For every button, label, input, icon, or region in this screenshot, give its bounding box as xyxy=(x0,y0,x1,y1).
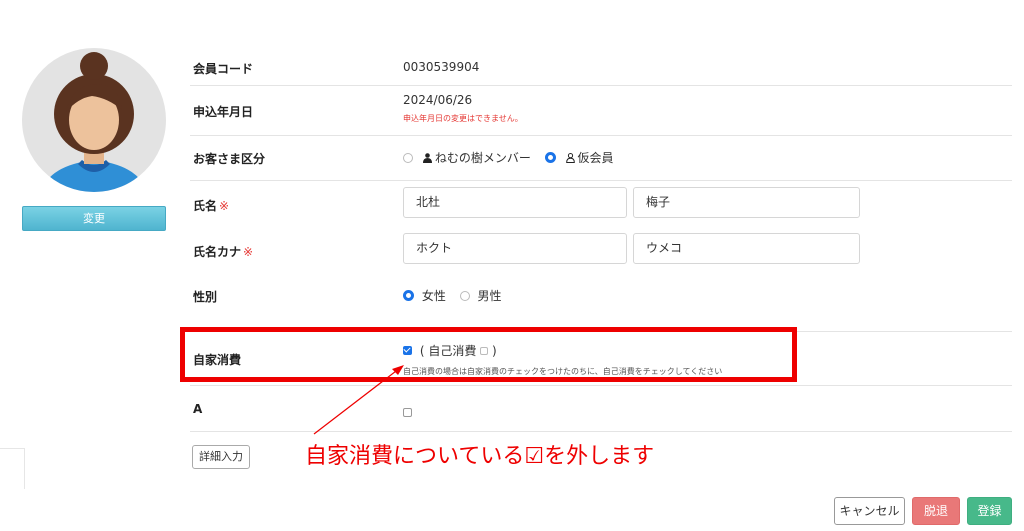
gender-options: 女性 男性 xyxy=(403,287,502,304)
male-radio[interactable] xyxy=(459,291,470,301)
row-divider xyxy=(190,85,1012,86)
name-kana-label: 氏名カナ ※ xyxy=(193,243,253,260)
gender-label: 性別 xyxy=(193,290,218,304)
avatar xyxy=(22,48,166,192)
member-radio[interactable] xyxy=(403,153,413,163)
avatar-icon xyxy=(22,48,166,192)
first-name-field[interactable]: 梅子 xyxy=(633,187,860,218)
person-filled-icon xyxy=(422,153,432,163)
first-name-kana-field[interactable]: ウメコ xyxy=(633,233,860,264)
member-option-label[interactable]: ねむの樹メンバー xyxy=(435,151,531,165)
name-label-text: 氏名 xyxy=(193,199,218,213)
leave-button[interactable]: 脱退 xyxy=(912,497,960,525)
customer-type-options: ねむの樹メンバー 仮会員 xyxy=(403,149,614,166)
member-code-label: 会員コード xyxy=(193,62,254,76)
required-mark: ※ xyxy=(243,245,254,259)
provisional-option-label[interactable]: 仮会員 xyxy=(578,151,614,165)
row-divider xyxy=(190,180,1012,181)
detail-input-button[interactable]: 詳細入力 xyxy=(192,445,250,469)
customer-type-label: お客さま区分 xyxy=(193,152,266,166)
register-button[interactable]: 登録 xyxy=(967,497,1012,525)
name-label: 氏名 ※ xyxy=(193,197,229,214)
annotation-highlight-box xyxy=(180,327,797,382)
annotation-text: 自家消費についている☑を外します xyxy=(305,444,655,469)
name-kana-label-text: 氏名カナ xyxy=(193,245,242,259)
required-mark: ※ xyxy=(219,199,230,213)
left-panel-edge xyxy=(0,448,25,489)
provisional-radio[interactable] xyxy=(544,152,556,163)
cancel-button[interactable]: キャンセル xyxy=(834,497,905,525)
female-option-label[interactable]: 女性 xyxy=(422,289,446,303)
person-outline-icon xyxy=(565,153,575,163)
apply-date-note: 申込年月日の変更はできません。 xyxy=(403,114,523,123)
last-name-kana-field[interactable]: ホクト xyxy=(403,233,627,264)
female-radio[interactable] xyxy=(403,290,414,301)
change-avatar-button[interactable]: 変更 xyxy=(22,206,166,231)
a-label: A xyxy=(193,402,203,416)
last-name-field[interactable]: 北杜 xyxy=(403,187,627,218)
male-option-label[interactable]: 男性 xyxy=(478,289,502,303)
apply-date-label: 申込年月日 xyxy=(193,105,254,119)
member-code-value: 0030539904 xyxy=(403,60,480,74)
apply-date-value: 2024/06/26 xyxy=(403,93,473,107)
row-divider xyxy=(190,135,1012,136)
annotation-arrow-icon xyxy=(313,365,404,435)
